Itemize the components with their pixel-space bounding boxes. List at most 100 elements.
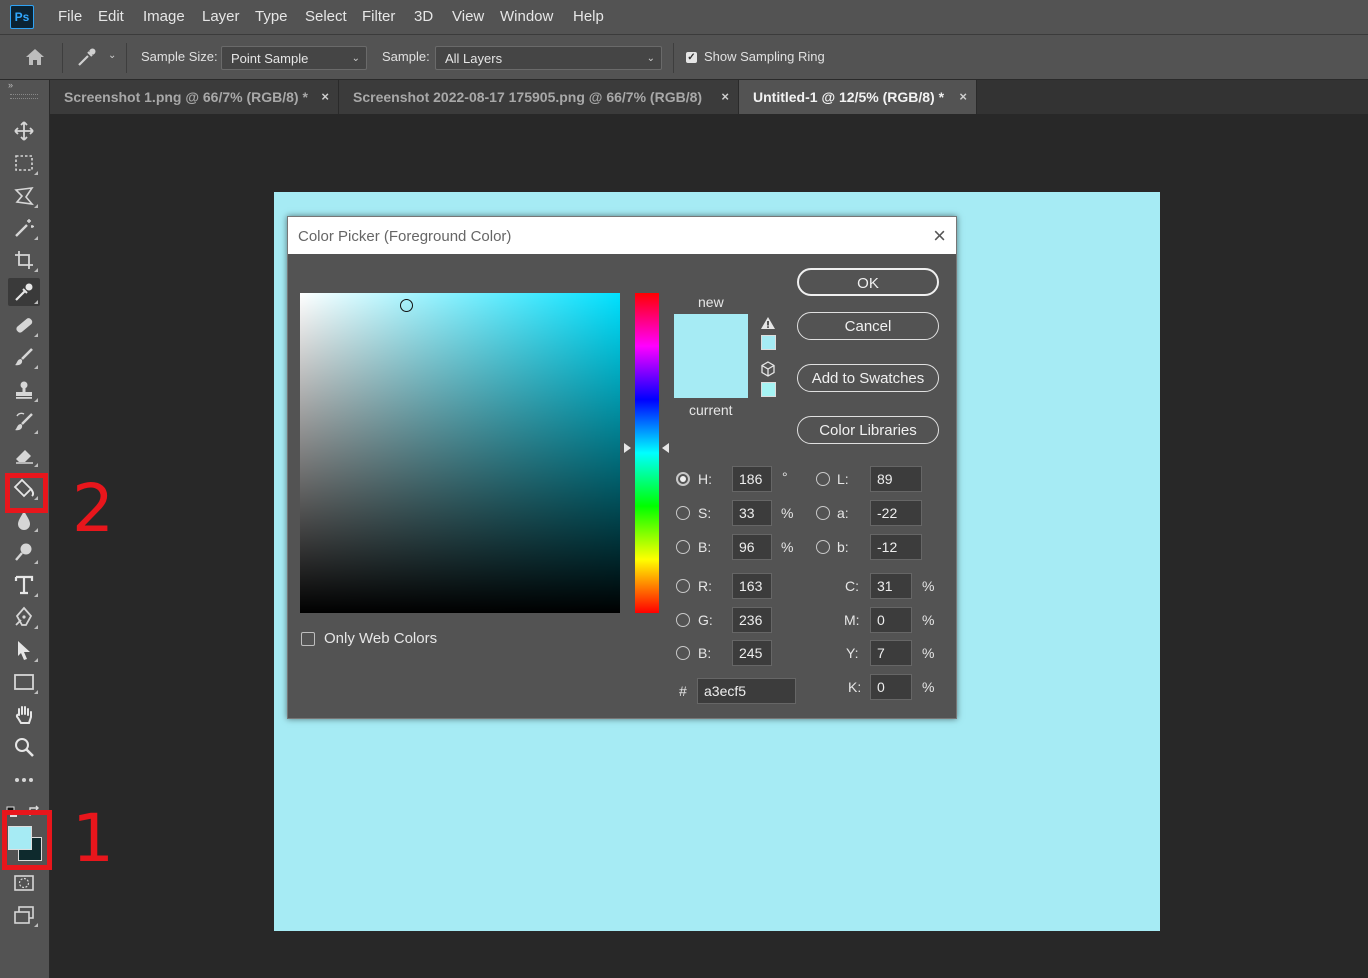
expand-icon[interactable]: » [8, 80, 13, 90]
yellow-input[interactable]: 7 [870, 640, 912, 666]
b-channel-input[interactable]: -12 [870, 534, 922, 560]
path-selection-tool[interactable] [8, 636, 40, 664]
out-of-gamut-warning-icon[interactable] [760, 316, 776, 335]
pen-tool[interactable] [8, 603, 40, 631]
lasso-tool[interactable] [8, 182, 40, 210]
options-bar: ⌄ Sample Size: Point Sample ⌄ Sample: Al… [0, 35, 1368, 80]
annotation-box-paint-bucket [5, 473, 48, 513]
dialog-titlebar[interactable]: Color Picker (Foreground Color) × [288, 217, 956, 254]
panel-grip[interactable] [10, 94, 38, 99]
clone-stamp-tool[interactable] [8, 376, 40, 404]
menu-help[interactable]: Help [573, 8, 604, 25]
menu-view[interactable]: View [452, 8, 484, 25]
close-icon[interactable]: × [721, 80, 729, 114]
gamut-color-swatch[interactable] [761, 335, 776, 350]
menu-type[interactable]: Type [255, 8, 288, 25]
brightness-radio[interactable] [676, 540, 690, 554]
current-color-swatch[interactable] [674, 356, 748, 398]
web-safe-color-swatch[interactable] [761, 382, 776, 397]
zoom-tool-icon [15, 738, 34, 757]
saturation-unit: % [781, 505, 794, 521]
b-channel-radio[interactable] [816, 540, 830, 554]
rectangle-tool[interactable] [8, 668, 40, 696]
screen-mode-button[interactable] [8, 901, 40, 929]
sample-select[interactable]: All Layers ⌄ [435, 46, 662, 70]
color-libraries-button[interactable]: Color Libraries [797, 416, 939, 444]
hex-input[interactable]: a3ecf5 [697, 678, 796, 704]
a-channel-input[interactable]: -22 [870, 500, 922, 526]
pen-tool-icon [15, 606, 33, 626]
red-radio[interactable] [676, 579, 690, 593]
lightness-radio[interactable] [816, 472, 830, 486]
saturation-radio[interactable] [676, 506, 690, 520]
blue-input[interactable]: 245 [732, 640, 772, 666]
black-input[interactable]: 0 [870, 674, 912, 700]
crop-tool[interactable] [8, 246, 40, 274]
menu-filter[interactable]: Filter [362, 8, 395, 25]
hue-input[interactable]: 186 [732, 466, 772, 492]
hue-slider-right-arrow[interactable] [662, 443, 669, 453]
lightness-input[interactable]: 89 [870, 466, 922, 492]
new-color-swatch [674, 314, 748, 356]
red-input[interactable]: 163 [732, 573, 772, 599]
history-brush-tool[interactable] [8, 408, 40, 436]
marquee-tool[interactable] [8, 149, 40, 177]
saturation-brightness-field[interactable] [300, 293, 620, 613]
green-input[interactable]: 236 [732, 607, 772, 633]
tab-screenshot-2022[interactable]: Screenshot 2022-08-17 175905.png @ 66/7%… [339, 80, 739, 114]
menu-file[interactable]: File [58, 8, 82, 25]
move-tool[interactable] [8, 117, 40, 145]
brightness-input[interactable]: 96 [732, 534, 772, 560]
menu-layer[interactable]: Layer [202, 8, 240, 25]
brush-tool[interactable] [8, 343, 40, 371]
tab-label: Screenshot 1.png @ 66/7% (RGB/8) * [64, 89, 308, 105]
tab-screenshot-1[interactable]: Screenshot 1.png @ 66/7% (RGB/8) * × [50, 80, 339, 114]
add-to-swatches-button[interactable]: Add to Swatches [797, 364, 939, 392]
new-color-label: new [698, 294, 724, 310]
color-picker-ring[interactable] [400, 299, 413, 312]
close-icon[interactable]: × [933, 223, 946, 249]
home-icon[interactable] [24, 47, 46, 72]
magenta-input[interactable]: 0 [870, 607, 912, 633]
eraser-tool[interactable] [8, 441, 40, 469]
close-icon[interactable]: × [959, 80, 967, 114]
menu-select[interactable]: Select [305, 8, 347, 25]
healing-brush-tool[interactable] [8, 311, 40, 339]
type-tool[interactable] [8, 571, 40, 599]
sample-size-select[interactable]: Point Sample ⌄ [221, 46, 367, 70]
close-icon[interactable]: × [321, 80, 329, 114]
menu-3d[interactable]: 3D [414, 8, 433, 25]
hand-tool[interactable] [8, 701, 40, 729]
magic-wand-tool[interactable] [8, 214, 40, 242]
brush-tool-icon [15, 348, 33, 366]
cyan-input[interactable]: 31 [870, 573, 912, 599]
hue-label: H: [698, 471, 712, 487]
menu-window[interactable]: Window [500, 8, 553, 25]
only-web-colors-checkbox[interactable] [301, 632, 315, 646]
hue-radio[interactable] [676, 472, 690, 486]
lasso-tool-icon [14, 186, 34, 206]
ok-button[interactable]: OK [797, 268, 939, 296]
chevron-down-icon[interactable]: ⌄ [108, 50, 116, 61]
hue-slider[interactable] [635, 293, 659, 613]
quick-mask-button[interactable] [8, 869, 40, 897]
more-tools[interactable] [8, 766, 40, 794]
show-sampling-ring-checkbox[interactable]: ✓ [686, 52, 697, 63]
eyedropper-preset-icon[interactable] [76, 46, 98, 73]
tab-untitled-1[interactable]: Untitled-1 @ 12/5% (RGB/8) * × [739, 80, 977, 114]
blue-radio[interactable] [676, 646, 690, 660]
saturation-input[interactable]: 33 [732, 500, 772, 526]
separator [126, 43, 127, 73]
green-radio[interactable] [676, 613, 690, 627]
magic-wand-icon [15, 219, 34, 237]
web-safe-warning-icon[interactable] [760, 361, 776, 382]
eyedropper-tool[interactable] [8, 278, 40, 306]
dodge-tool[interactable] [8, 538, 40, 566]
zoom-tool[interactable] [8, 733, 40, 761]
menu-edit[interactable]: Edit [98, 8, 124, 25]
menu-image[interactable]: Image [143, 8, 185, 25]
a-channel-radio[interactable] [816, 506, 830, 520]
hue-slider-left-arrow[interactable] [624, 443, 631, 453]
magenta-unit: % [922, 612, 935, 628]
cancel-button[interactable]: Cancel [797, 312, 939, 340]
